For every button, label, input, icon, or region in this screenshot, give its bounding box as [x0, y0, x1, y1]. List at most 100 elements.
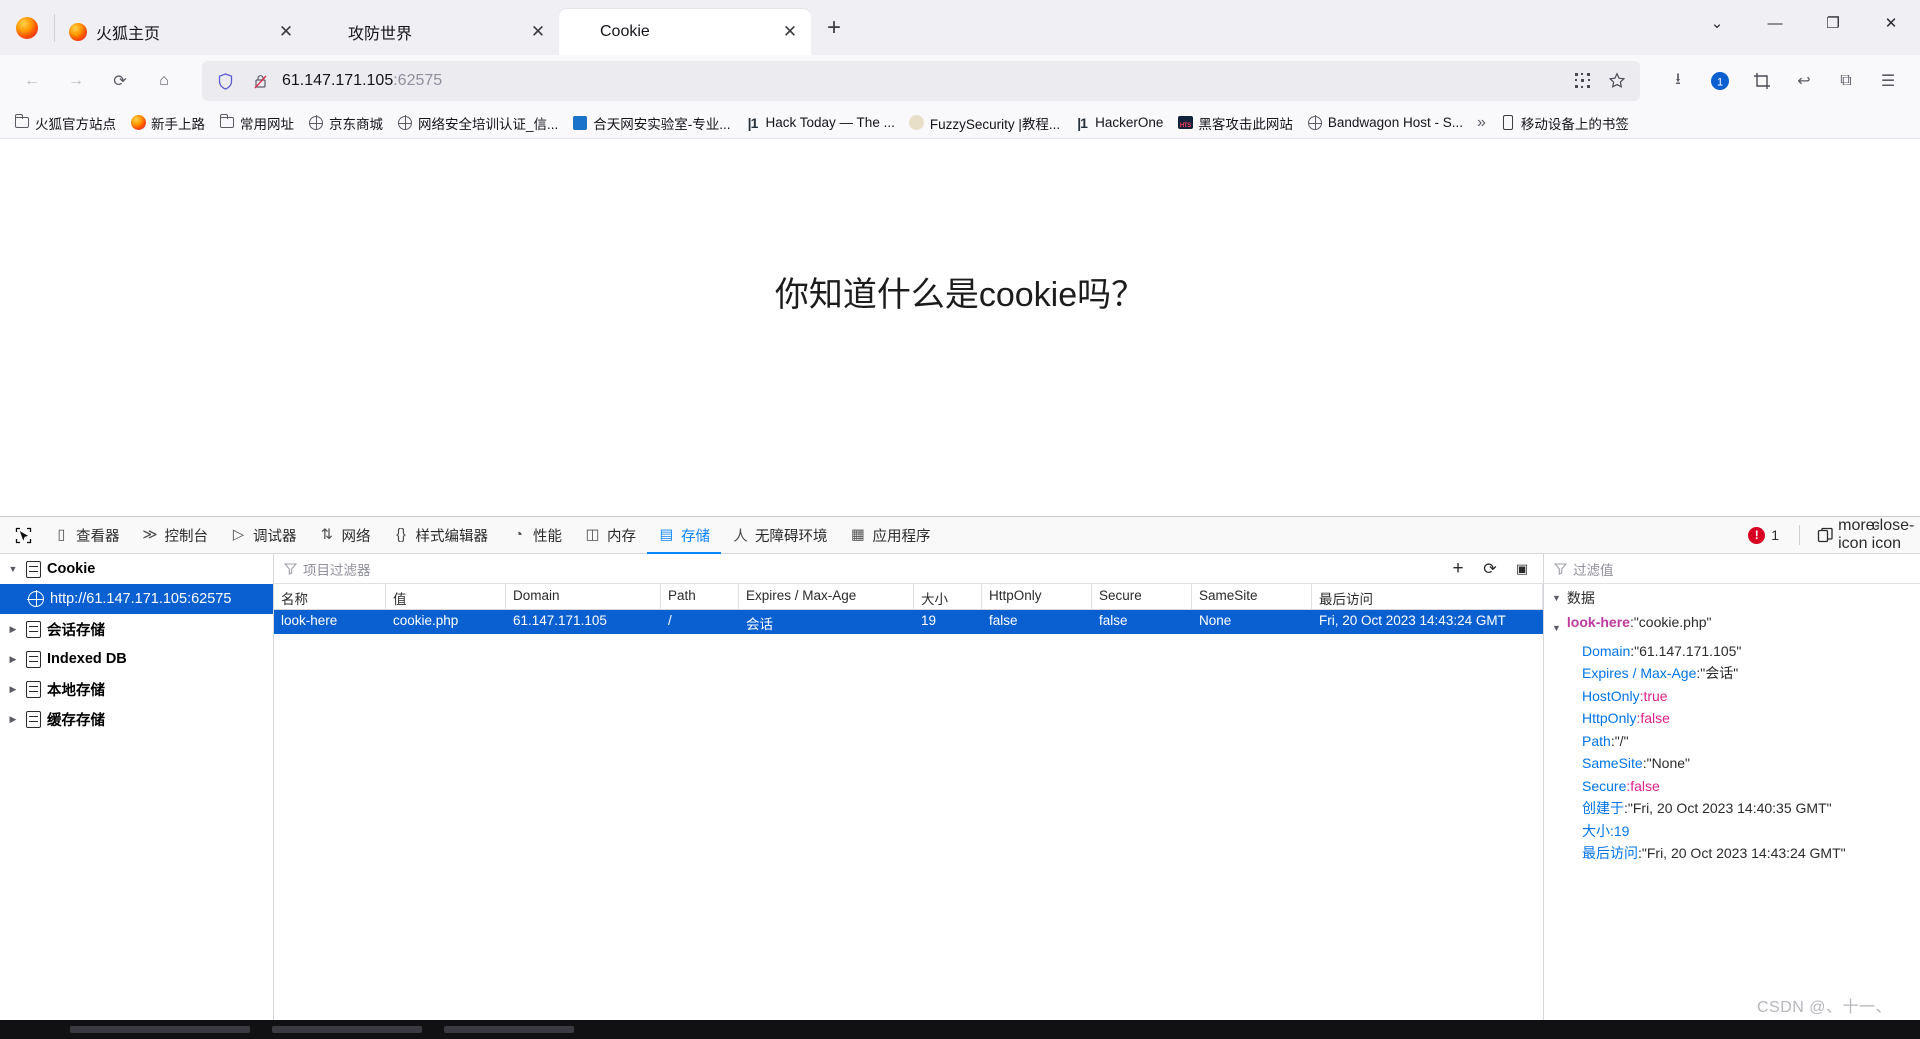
column-header[interactable]: SameSite [1192, 584, 1312, 609]
details-row[interactable]: HostOnly:true [1552, 685, 1920, 708]
screenshot-button[interactable] [1742, 61, 1782, 101]
bookmark-mobile-bookmarks[interactable]: 移动设备上的书签 [1494, 110, 1635, 136]
bookmark-item[interactable]: |1 Hack Today — The ... [739, 112, 901, 134]
bookmarks-overflow-button[interactable]: » [1471, 114, 1492, 132]
bookmark-item[interactable]: 京东商城 [302, 110, 389, 136]
column-header[interactable]: Path [661, 584, 739, 609]
tab-close-button[interactable]: ✕ [525, 19, 551, 45]
bookmark-item[interactable]: 网络安全培训认证_信... [391, 110, 564, 136]
undo-button[interactable]: ↩ [1784, 61, 1824, 101]
value-filter[interactable]: 过滤值 [1553, 559, 1614, 579]
details-row[interactable]: Secure:false [1552, 775, 1920, 798]
column-header[interactable]: Secure [1092, 584, 1192, 609]
tab-close-button[interactable]: ✕ [273, 19, 299, 45]
bookmark-item[interactable]: 新手上路 [124, 110, 211, 136]
browser-tab[interactable]: 火狐主页 ✕ [55, 9, 307, 55]
storage-tree-item[interactable]: ▼ Cookie [0, 554, 273, 584]
storage-tree-item[interactable]: http://61.147.171.105:62575 [0, 584, 273, 614]
downloads-button[interactable]: ⭳ [1658, 61, 1698, 101]
item-filter[interactable]: 项目过滤器 [283, 559, 371, 579]
devtools-tab-application[interactable]: ▦ 应用程序 [839, 517, 942, 553]
address-bar[interactable]: 61.147.171.105:62575 [202, 61, 1640, 101]
column-header[interactable]: 大小 [914, 584, 982, 609]
more-icon[interactable]: more-icon [1838, 517, 1880, 552]
storage-tree-item[interactable]: ▶ 本地存储 [0, 674, 273, 704]
taskbar-item[interactable] [272, 1026, 422, 1033]
blue-square-icon [572, 115, 588, 131]
storage-tree-item[interactable]: ▶ 会话存储 [0, 614, 273, 644]
forward-button[interactable]: → [56, 61, 96, 101]
tree-twisty[interactable]: ▼ [6, 564, 20, 574]
qr-icon[interactable] [1570, 68, 1596, 94]
bookmark-item[interactable]: HTS 黑客攻击此网站 [1171, 110, 1299, 136]
details-row[interactable]: Expires / Max-Age:"会话" [1552, 662, 1920, 685]
taskbar-item[interactable] [70, 1026, 250, 1033]
storage-tree-item[interactable]: ▶ Indexed DB [0, 644, 273, 674]
back-button[interactable]: ← [12, 61, 52, 101]
devtools-tab-console[interactable]: ≫ 控制台 [131, 517, 220, 553]
error-badge[interactable]: ! 1 [1748, 526, 1789, 544]
bookmark-item[interactable]: Bandwagon Host - S... [1301, 112, 1469, 134]
devtools-tab-accessibility[interactable]: 人无障碍环境 [721, 517, 839, 553]
close-window-button[interactable]: ✕ [1862, 0, 1920, 46]
devtools-tab-performance[interactable]: ◔ 性能 [499, 517, 573, 553]
toggle-sidebar-button[interactable]: ▣ [1507, 555, 1537, 583]
app-menu-button[interactable]: ☰ [1868, 61, 1908, 101]
blank-icon [573, 23, 591, 41]
bookmark-item[interactable]: 合天网安实验室-专业... [566, 110, 736, 136]
tab-close-button[interactable]: ✕ [777, 19, 803, 45]
reload-button[interactable]: ⟳ [100, 61, 140, 101]
close-icon[interactable]: close-icon [1872, 517, 1915, 552]
details-value: "None" [1646, 755, 1691, 771]
details-row[interactable]: 最后访问:"Fri, 20 Oct 2023 14:43:24 GMT" [1552, 842, 1920, 865]
bookmark-item[interactable]: 常用网址 [213, 110, 300, 136]
details-row[interactable]: HttpOnly:false [1552, 707, 1920, 730]
details-row[interactable]: 创建于:"Fri, 20 Oct 2023 14:40:35 GMT" [1552, 797, 1920, 820]
star-icon[interactable] [1604, 68, 1630, 94]
bookmark-item[interactable]: FuzzySecurity |教程... [903, 110, 1066, 136]
shield-icon[interactable] [212, 68, 238, 94]
bookmark-item[interactable]: |1 HackerOne [1068, 112, 1169, 134]
taskbar-item[interactable] [444, 1026, 574, 1033]
account-button[interactable]: 1 [1700, 61, 1740, 101]
refresh-button[interactable]: ⟳ [1475, 555, 1505, 583]
add-cookie-button[interactable]: + [1443, 555, 1473, 583]
tree-twisty[interactable]: ▶ [6, 684, 20, 695]
devtools-tab-storage[interactable]: ▤ 存储 [647, 517, 721, 554]
column-header[interactable]: 最后访问 [1312, 584, 1543, 609]
lock-crossed-icon[interactable] [247, 68, 273, 94]
element-picker-icon[interactable] [6, 520, 40, 550]
home-button[interactable]: ⌂ [144, 61, 184, 101]
devtools-tab-style-editor[interactable]: {} 样式编辑器 [382, 517, 500, 553]
details-row[interactable]: Domain:"61.147.171.105" [1552, 640, 1920, 663]
tree-twisty[interactable]: ▶ [6, 654, 20, 665]
details-row[interactable]: Path:"/" [1552, 730, 1920, 753]
maximize-button[interactable]: ❐ [1804, 0, 1862, 46]
tree-twisty[interactable]: ▶ [6, 624, 20, 635]
storage-tree-item[interactable]: ▶ 缓存存储 [0, 704, 273, 734]
dock-icon[interactable] [1810, 521, 1840, 549]
browser-tab[interactable]: 攻防世界 ✕ [307, 9, 559, 55]
list-all-tabs-button[interactable]: ⌄ [1688, 0, 1746, 46]
browser-tab[interactable]: Cookie ✕ [559, 9, 811, 55]
column-header[interactable]: Domain [506, 584, 661, 609]
tree-twisty[interactable]: ▶ [6, 714, 20, 725]
bookmark-item[interactable]: 火狐官方站点 [8, 110, 122, 136]
details-row[interactable]: 大小:19 [1552, 820, 1920, 843]
details-section-header[interactable]: ▼ 数据 [1544, 584, 1920, 611]
devtools-tab-inspector[interactable]: ▯ 查看器 [42, 517, 131, 553]
new-tab-button[interactable]: + [815, 9, 853, 47]
devtools-tab-network[interactable]: ⇅ 网络 [308, 517, 382, 553]
details-root-row[interactable]: ▼ look-here:"cookie.php" [1552, 611, 1920, 640]
column-header[interactable]: HttpOnly [982, 584, 1092, 609]
column-header[interactable]: Expires / Max-Age [739, 584, 914, 609]
details-row[interactable]: SameSite:"None" [1552, 752, 1920, 775]
column-header[interactable]: 名称 [274, 584, 386, 609]
minimize-button[interactable]: — [1746, 0, 1804, 46]
table-row[interactable]: look-here cookie.php 61.147.171.105 / 会话 19 fa… [274, 610, 1543, 634]
extensions-button[interactable]: ⧉ [1826, 61, 1866, 101]
devtools-tab-debugger[interactable]: ▷ 调试器 [219, 517, 308, 553]
column-header[interactable]: 值 [386, 584, 506, 609]
devtools-tab-memory[interactable]: ◫ 内存 [573, 517, 647, 553]
bookmark-label: FuzzySecurity |教程... [929, 116, 1061, 132]
